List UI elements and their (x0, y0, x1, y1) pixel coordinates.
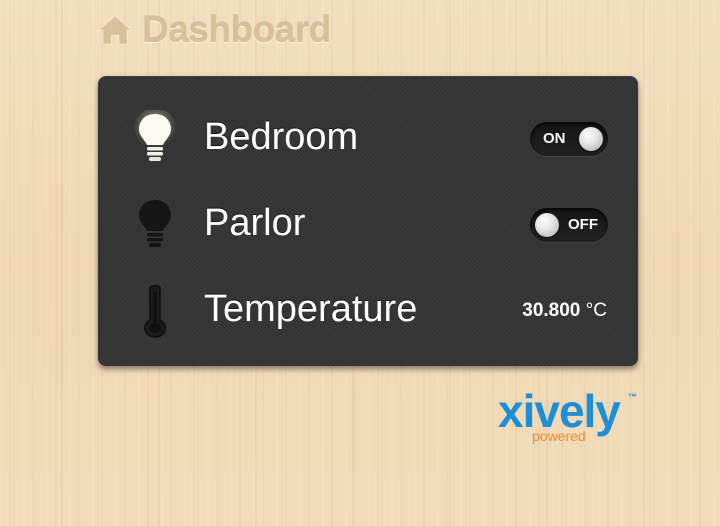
temperature-value: 30.800 (522, 300, 581, 321)
thermometer-icon (144, 285, 166, 338)
device-row-parlor: Parlor OFF (98, 180, 638, 266)
device-panel: Bedroom ON Parlor OFF Temperature 30.800… (98, 76, 638, 366)
logo-trademark: ™ (628, 392, 637, 402)
toggle-state-label: ON (543, 130, 566, 147)
device-row-bedroom: Bedroom ON (98, 94, 638, 180)
logo-subtitle: powered (532, 428, 586, 444)
device-label-parlor: Parlor (204, 202, 306, 244)
temperature-readout: 30.800 °C (522, 298, 607, 324)
xively-logo[interactable]: xively ™ powered (498, 388, 640, 448)
parlor-toggle-switch[interactable]: OFF (530, 208, 608, 242)
device-label-bedroom: Bedroom (204, 116, 359, 158)
bedroom-toggle-switch[interactable]: ON (530, 122, 608, 156)
device-row-temperature: Temperature 30.800 °C (98, 266, 638, 352)
page-title: Dashboard (142, 9, 331, 50)
toggle-knob[interactable] (579, 127, 603, 151)
device-label-temperature: Temperature (204, 288, 418, 330)
temperature-unit: °C (585, 300, 607, 321)
toggle-knob[interactable] (535, 213, 559, 237)
toggle-state-label: OFF (568, 216, 598, 233)
lightbulb-on-icon (133, 110, 177, 161)
page-header: Dashboard (98, 10, 331, 50)
home-icon[interactable] (98, 13, 132, 47)
lightbulb-off-icon (139, 200, 171, 247)
